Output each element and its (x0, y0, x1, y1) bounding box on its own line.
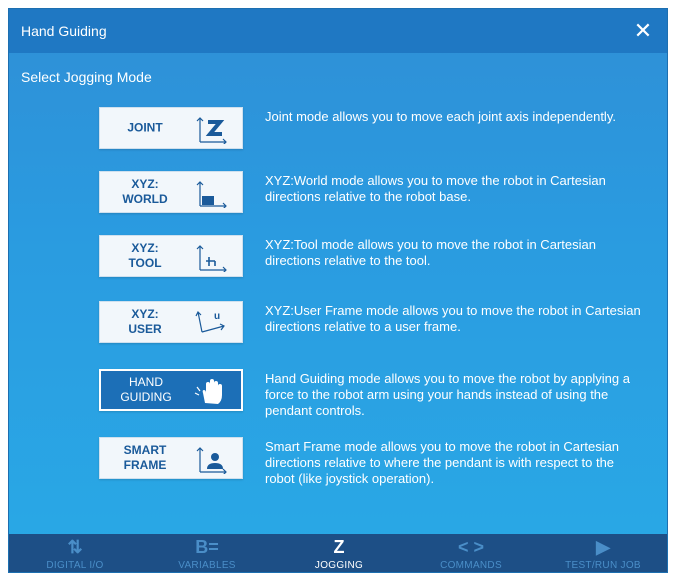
mode-row-hand-guiding: HAND GUIDING Hand Guiding mode allows yo… (9, 369, 667, 418)
nav-variables[interactable]: B= VARIABLES (141, 534, 273, 572)
joint-mode-button[interactable]: JOINT (99, 107, 243, 149)
label-line: SMART (123, 443, 167, 457)
digital-io-icon: ⇅ (67, 537, 83, 557)
close-icon: ✕ (633, 18, 653, 43)
xyz-user-mode-button[interactable]: XYZ: USER u (99, 301, 243, 343)
joint-icon (196, 117, 227, 144)
nav-label: COMMANDS (440, 560, 502, 571)
mode-row-world: XYZ: WORLD XYZ:World mode allows you to … (9, 171, 667, 215)
label-line: XYZ: (131, 177, 159, 191)
mode-button-label: SMART FRAME (100, 443, 190, 473)
hand-guiding-mode-button[interactable]: HAND GUIDING (99, 369, 243, 411)
label-line: HAND (128, 375, 163, 389)
user-frame-icon: u (195, 310, 225, 333)
mode-row-smart-frame: SMART FRAME Smart Frame mode allows you … (9, 437, 667, 486)
mode-row-tool: XYZ: TOOL XYZ:Tool mode allows you to mo… (9, 235, 667, 279)
dialog-title: Hand Guiding (21, 23, 107, 39)
nav-jogging[interactable]: Z JOGGING (273, 534, 405, 572)
smart-frame-mode-button[interactable]: SMART FRAME (99, 437, 243, 479)
commands-icon: < > (457, 537, 485, 557)
label-line: GUIDING (120, 390, 172, 404)
label-line: WORLD (122, 192, 168, 206)
hand-guiding-dialog: Hand Guiding ✕ Select Jogging Mode JOINT… (8, 8, 668, 573)
mode-description: Smart Frame mode allows you to move the … (265, 439, 620, 486)
play-icon: ▶ (596, 537, 610, 557)
mode-description: XYZ:World mode allows you to move the ro… (265, 173, 606, 204)
xyz-tool-mode-button[interactable]: XYZ: TOOL (99, 235, 243, 277)
xyz-world-mode-button[interactable]: XYZ: WORLD (99, 171, 243, 213)
mode-button-label: XYZ: WORLD (100, 177, 190, 207)
mode-row-user: XYZ: USER u XYZ:User Frame mode allows y… (9, 301, 667, 345)
label-line: FRAME (123, 458, 167, 472)
smart-frame-icon (196, 447, 227, 474)
dialog-titlebar: Hand Guiding ✕ (9, 9, 667, 53)
nav-label: DIGITAL I/O (46, 560, 104, 571)
jogging-icon: Z (333, 537, 345, 557)
label-line: XYZ: (131, 241, 159, 255)
nav-test-run-job[interactable]: ▶ TEST/RUN JOB (537, 534, 669, 572)
close-button[interactable]: ✕ (629, 17, 657, 45)
mode-button-label: XYZ: USER (100, 307, 190, 337)
mode-description: Hand Guiding mode allows you to move the… (265, 371, 630, 418)
nav-label: VARIABLES (178, 560, 236, 571)
mode-description: Joint mode allows you to move each joint… (265, 109, 616, 124)
select-mode-heading: Select Jogging Mode (21, 69, 152, 85)
nav-label: JOGGING (314, 560, 364, 571)
world-frame-icon (196, 181, 227, 208)
tool-frame-icon (196, 245, 227, 272)
nav-label: TEST/RUN JOB (565, 560, 641, 571)
mode-button-label: JOINT (127, 120, 163, 135)
mode-description: XYZ:Tool mode allows you to move the rob… (265, 237, 596, 268)
bottom-navigation: ⇅ DIGITAL I/O B= VARIABLES Z JOGGING < >… (9, 534, 667, 572)
hand-icon (194, 379, 222, 404)
svg-text:u: u (214, 311, 220, 322)
nav-digital-io[interactable]: ⇅ DIGITAL I/O (9, 534, 141, 572)
mode-button-label: XYZ: TOOL (100, 241, 190, 271)
mode-row-joint: JOINT Joint mode allows you to move each… (9, 107, 667, 151)
mode-button-label: HAND GUIDING (101, 375, 191, 405)
variables-icon: B= (195, 537, 219, 557)
nav-commands[interactable]: < > COMMANDS (405, 534, 537, 572)
label-line: USER (128, 322, 162, 336)
label-line: XYZ: (131, 307, 159, 321)
label-line: TOOL (128, 256, 162, 270)
mode-description: XYZ:User Frame mode allows you to move t… (265, 303, 641, 334)
